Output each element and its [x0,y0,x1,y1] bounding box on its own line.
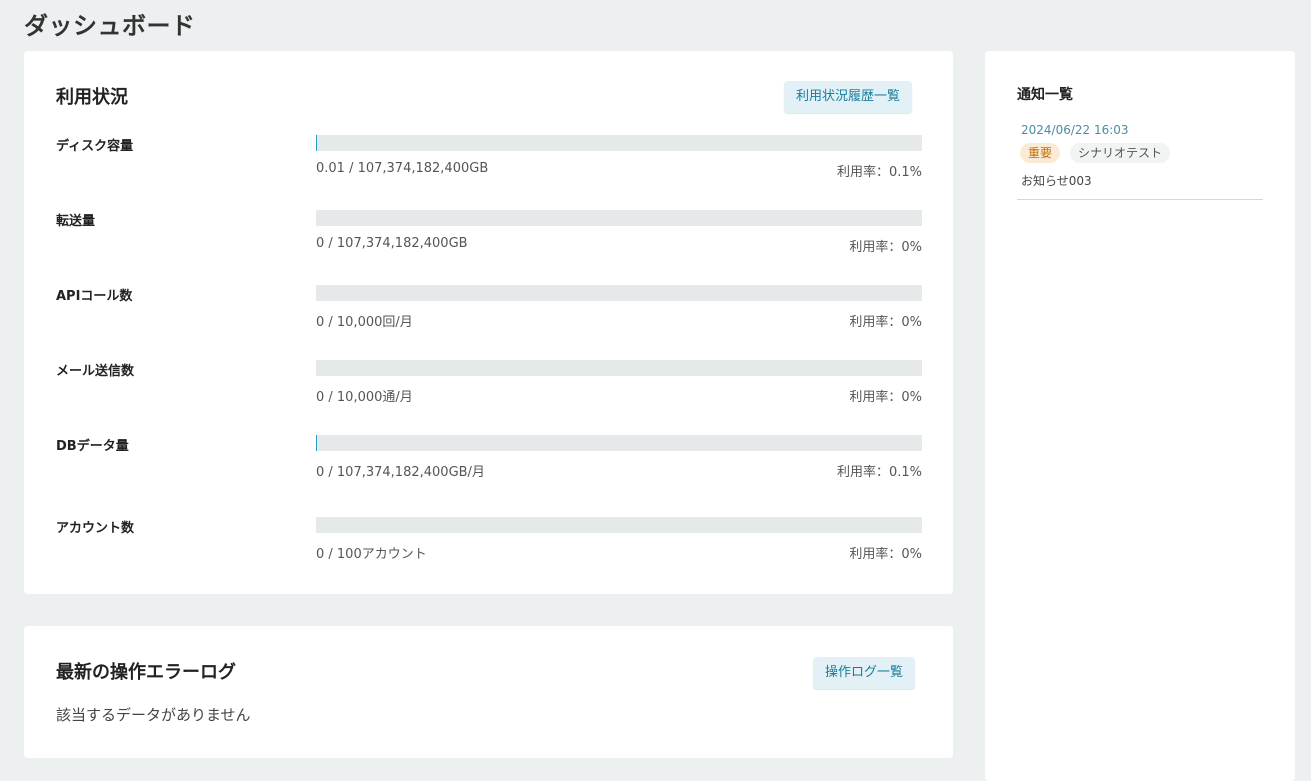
usage-title: 利用状況 [56,87,128,108]
usage-card: 利用状況 利用状況履歴一覧 ディスク容量 0.01 / 107,374,182,… [24,51,953,594]
usage-amount: 0 / 100アカウント [316,547,427,562]
error-log-title: 最新の操作エラーログ [56,662,236,683]
usage-row-mail: メール送信数 0 / 10,000通/月 利用率：0% [56,360,922,406]
usage-progress-bar [316,360,922,376]
usage-label: DBデータ量 [56,439,129,454]
usage-row-db-data: DBデータ量 0 / 107,374,182,400GB/月 利用率：0.1% [56,435,922,481]
usage-row-transfer: 転送量 0 / 107,374,182,400GB 利用率：0% [56,210,922,256]
notice-item[interactable]: 2024/06/22 16:03 重要 シナリオテスト お知らせ003 [1017,121,1263,200]
error-log-empty-message: 該当するデータがありません [56,706,251,724]
usage-rate: 利用率：0.1% [836,465,922,480]
usage-label: ディスク容量 [56,139,134,154]
usage-progress-bar [316,285,922,301]
usage-amount: 0 / 10,000通/月 [316,390,413,405]
usage-progress-bar [316,135,922,151]
usage-row-api-calls: APIコール数 0 / 10,000回/月 利用率：0% [56,285,922,331]
usage-rate: 利用率：0% [849,547,922,562]
usage-row-disk: ディスク容量 0.01 / 107,374,182,400GB 利用率：0.1% [56,135,922,181]
usage-rate: 利用率：0% [849,315,922,330]
usage-amount: 0 / 107,374,182,400GB/月 [316,465,485,480]
usage-label: APIコール数 [56,289,133,304]
usage-history-button[interactable]: 利用状況履歴一覧 [784,81,913,113]
usage-label: メール送信数 [56,364,135,379]
usage-progress-bar [316,435,922,451]
usage-rate: 利用率：0% [849,390,922,405]
usage-label: アカウント数 [56,521,135,536]
usage-progress-bar [316,517,922,533]
notice-tag-category: シナリオテスト [1070,143,1171,163]
usage-amount: 0 / 107,374,182,400GB [316,236,468,251]
notice-tag-important: 重要 [1020,143,1061,163]
usage-rate: 利用率：0% [849,240,922,255]
usage-amount: 0.01 / 107,374,182,400GB [316,161,489,176]
notice-date: 2024/06/22 16:03 [1021,123,1129,137]
usage-row-accounts: アカウント数 0 / 100アカウント 利用率：0% [56,517,922,563]
error-log-card: 最新の操作エラーログ 操作ログ一覧 該当するデータがありません [24,626,953,758]
usage-rate: 利用率：0.1% [836,165,922,180]
usage-progress-bar [316,210,922,226]
usage-amount: 0 / 10,000回/月 [316,315,413,330]
operation-log-list-button[interactable]: 操作ログ一覧 [813,657,916,689]
usage-progress-fill [316,135,317,151]
usage-label: 転送量 [56,214,96,229]
usage-progress-fill [316,435,317,451]
notice-card: 通知一覧 2024/06/22 16:03 重要 シナリオテスト お知らせ003 [985,51,1295,781]
notice-title: 通知一覧 [1017,87,1073,103]
notice-text: お知らせ003 [1021,174,1092,188]
page-title: ダッシュボード [24,12,196,40]
